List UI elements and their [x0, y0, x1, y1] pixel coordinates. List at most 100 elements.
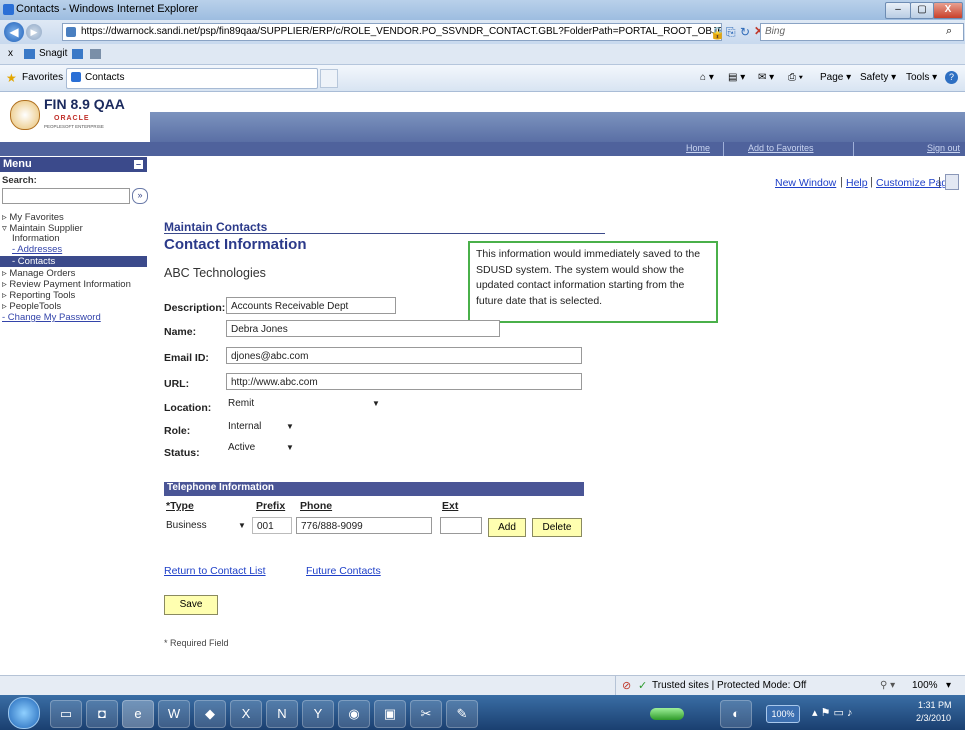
add-to-favorites-link[interactable]: Add to Favorites: [748, 143, 814, 153]
chevron-down-icon: ▼: [286, 422, 294, 431]
menu-item-manage-orders[interactable]: ▹ Manage Orders: [2, 268, 75, 279]
tray-icons[interactable]: ▴ ⚑ ▭ ♪: [812, 706, 852, 719]
page-icon: [66, 27, 76, 37]
collapse-menu-icon[interactable]: –: [134, 160, 143, 169]
internet-explorer-icon[interactable]: e: [122, 700, 154, 728]
tab-contacts[interactable]: Contacts: [66, 68, 318, 89]
http-icon[interactable]: [945, 174, 959, 190]
phone-column-header[interactable]: Phone: [300, 500, 332, 512]
tab-ie-icon: [71, 72, 81, 82]
phone-type-select[interactable]: Business ▼: [166, 518, 248, 534]
tools-menu[interactable]: Tools ▾: [906, 72, 937, 83]
mail-icon[interactable]: ✉ ▾: [758, 72, 774, 83]
close-toolbar-icon[interactable]: x: [8, 48, 13, 59]
url-field[interactable]: http://www.abc.com: [226, 373, 582, 390]
url-label: URL:: [164, 378, 190, 390]
future-contacts-link[interactable]: Future Contacts: [306, 565, 381, 577]
maximize-button[interactable]: ▢: [910, 2, 934, 19]
clock-time[interactable]: 1:31 PM: [918, 700, 952, 710]
zoom-level[interactable]: 100%: [912, 680, 938, 691]
customize-page-link[interactable]: Customize Page: [876, 177, 953, 189]
status-select[interactable]: Active ▼: [228, 440, 298, 456]
refresh-icon[interactable]: ↻: [740, 25, 750, 39]
type-column-header[interactable]: *Type: [166, 500, 194, 512]
menu-item-change-password[interactable]: - Change My Password: [2, 312, 101, 323]
security-zone-text[interactable]: Trusted sites | Protected Mode: Off: [652, 680, 806, 691]
name-input[interactable]: Debra Jones: [226, 320, 500, 337]
feeds-icon[interactable]: ▤ ▾: [728, 72, 745, 83]
explorer-icon[interactable]: ▭: [50, 700, 82, 728]
battery-percent[interactable]: 100%: [766, 705, 800, 723]
clock-date[interactable]: 2/3/2010: [916, 713, 951, 723]
protected-mode-icon[interactable]: ⚲ ▾: [880, 680, 895, 691]
role-value: Internal: [228, 421, 262, 432]
phone-type-value: Business: [166, 520, 207, 531]
menu-item-addresses[interactable]: - Addresses: [12, 244, 62, 255]
delete-phone-button[interactable]: Delete: [532, 518, 582, 537]
window-title: Contacts - Windows Internet Explorer: [16, 3, 199, 15]
snagit-editor-icon[interactable]: [90, 49, 101, 59]
lock-icon[interactable]: 🔒: [710, 26, 725, 40]
help-icon[interactable]: ?: [945, 71, 958, 84]
snipping-icon[interactable]: ✎: [446, 700, 478, 728]
home-icon[interactable]: ⌂ ▾: [700, 72, 714, 83]
ext-input[interactable]: [440, 517, 482, 534]
prefix-column-header[interactable]: Prefix: [256, 500, 285, 512]
outlook-icon[interactable]: ◘: [86, 700, 118, 728]
new-window-link[interactable]: New Window: [775, 177, 836, 189]
onenote-icon[interactable]: N: [266, 700, 298, 728]
battery-gauge-icon[interactable]: [650, 708, 684, 720]
required-field-note: * Required Field: [164, 638, 229, 648]
safety-menu[interactable]: Safety ▾: [860, 72, 896, 83]
menu-item-peopletools[interactable]: ▹ PeopleTools: [2, 301, 61, 312]
search-icon[interactable]: ⌕: [946, 25, 952, 38]
role-select[interactable]: Internal ▼: [228, 419, 298, 435]
menu-item-contacts[interactable]: - Contacts: [0, 256, 147, 267]
zoom-dropdown-icon[interactable]: ▾: [946, 680, 951, 691]
page-menu[interactable]: Page ▾: [820, 72, 851, 83]
folder-icon[interactable]: ▣: [374, 700, 406, 728]
network-icon[interactable]: ◐: [720, 700, 752, 728]
minimize-button[interactable]: –: [885, 2, 911, 19]
ext-column-header[interactable]: Ext: [442, 500, 458, 512]
app-icon[interactable]: ◆: [194, 700, 226, 728]
menu-item-my-favorites[interactable]: ▹ My Favorites: [2, 212, 64, 223]
word-icon[interactable]: W: [158, 700, 190, 728]
compat-icon[interactable]: ⎘: [726, 25, 736, 40]
menu-item-review-payment[interactable]: ▹ Review Payment Information: [2, 279, 131, 290]
menu-item-reporting-tools[interactable]: ▹ Reporting Tools: [2, 290, 75, 301]
description-input[interactable]: Accounts Receivable Dept: [226, 297, 396, 314]
back-icon[interactable]: ◀: [4, 22, 24, 42]
favorites-button[interactable]: Favorites: [22, 72, 63, 83]
menu-search-input[interactable]: [2, 188, 130, 204]
save-button[interactable]: Save: [164, 595, 218, 615]
add-phone-button[interactable]: Add: [488, 518, 526, 537]
menu-item-label: Manage Orders: [9, 268, 76, 279]
chevron-down-icon: ▼: [238, 521, 246, 530]
search-input[interactable]: Bing: [760, 23, 964, 41]
popup-blocked-icon[interactable]: ⊘: [622, 679, 631, 692]
menu-search-button[interactable]: »: [132, 188, 148, 204]
start-button[interactable]: [8, 697, 40, 729]
return-to-contact-list-link[interactable]: Return to Contact List: [164, 565, 266, 577]
messenger-icon[interactable]: Y: [302, 700, 334, 728]
email-input[interactable]: djones@abc.com: [226, 347, 582, 364]
menu-item-information[interactable]: Information: [12, 233, 60, 244]
close-window-button[interactable]: X: [933, 2, 963, 19]
phone-input[interactable]: 776/888-9099: [296, 517, 432, 534]
snagit-button[interactable]: Snagit: [39, 48, 67, 59]
url-input[interactable]: https://dwarnock.sandi.net/psp/fin89qaa/…: [62, 23, 722, 41]
annotation-callout: This information would immediately saved…: [468, 241, 718, 323]
location-select[interactable]: Remit ▼: [228, 396, 384, 412]
new-tab-button[interactable]: [320, 69, 338, 88]
sign-out-link[interactable]: Sign out: [927, 143, 960, 153]
print-icon[interactable]: ⎙ ▾: [788, 72, 803, 83]
excel-icon[interactable]: X: [230, 700, 262, 728]
media-icon[interactable]: ◉: [338, 700, 370, 728]
tools-icon[interactable]: ✂: [410, 700, 442, 728]
snagit-capture-icon[interactable]: [72, 49, 83, 59]
home-link[interactable]: Home: [686, 143, 710, 153]
help-link[interactable]: Help: [846, 177, 868, 189]
prefix-input[interactable]: 001: [252, 517, 292, 534]
forward-icon[interactable]: ▶: [26, 24, 42, 40]
